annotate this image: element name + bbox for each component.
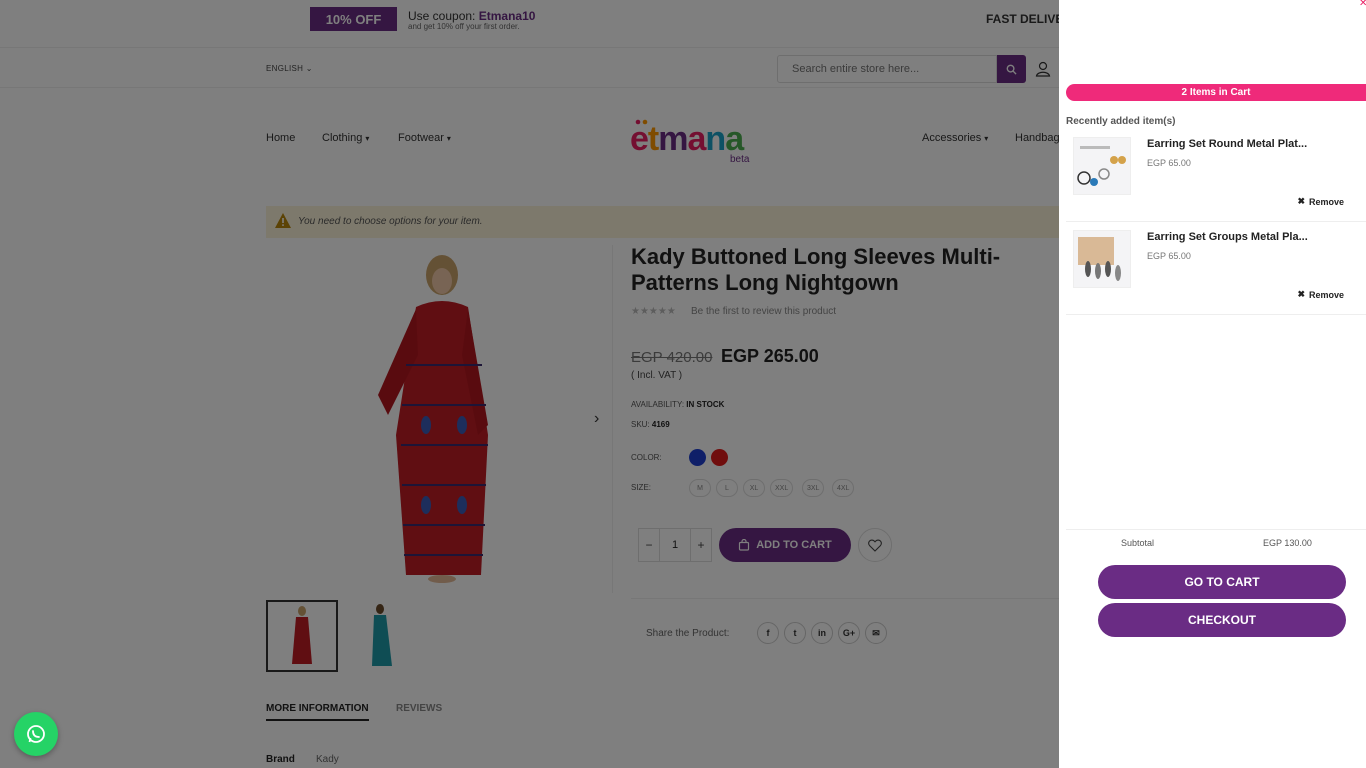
cart-item-image[interactable] <box>1073 230 1131 288</box>
remove-item-button[interactable]: ✖ Remove <box>1297 196 1344 207</box>
whatsapp-button[interactable] <box>14 712 58 756</box>
cart-count-badge: 2 Items in Cart <box>1066 84 1366 101</box>
earring-image <box>1074 231 1130 287</box>
remove-item-button[interactable]: ✖ Remove <box>1297 289 1344 300</box>
remove-label: Remove <box>1308 196 1344 207</box>
close-icon[interactable]: ✕ <box>1359 0 1366 9</box>
recent-items-label: Recently added item(s) <box>1066 116 1176 127</box>
cart-item: Earring Set Groups Metal Pla... EGP 65.0… <box>1066 222 1366 315</box>
cart-item-image[interactable] <box>1073 137 1131 195</box>
earring-image <box>1074 138 1130 194</box>
cart-item-price: EGP 65.00 <box>1147 251 1191 261</box>
whatsapp-icon <box>27 725 45 743</box>
subtotal-label: Subtotal <box>1121 538 1155 548</box>
close-icon: ✖ <box>1297 196 1305 206</box>
divider <box>1066 529 1366 530</box>
go-to-cart-button[interactable]: GO TO CART <box>1098 565 1346 599</box>
mini-cart-drawer: ✕ 2 Items in Cart Recently added item(s)… <box>1059 0 1366 768</box>
checkout-button[interactable]: CHECKOUT <box>1098 603 1346 637</box>
cart-item-price: EGP 65.00 <box>1147 158 1191 168</box>
cart-item: Earring Set Round Metal Plat... EGP 65.0… <box>1066 129 1366 222</box>
subtotal-value: EGP 130.00 <box>1263 538 1312 548</box>
remove-label: Remove <box>1308 289 1344 300</box>
cart-item-name[interactable]: Earring Set Round Metal Plat... <box>1147 138 1307 150</box>
cart-item-name[interactable]: Earring Set Groups Metal Pla... <box>1147 231 1308 243</box>
close-icon: ✖ <box>1297 289 1305 299</box>
